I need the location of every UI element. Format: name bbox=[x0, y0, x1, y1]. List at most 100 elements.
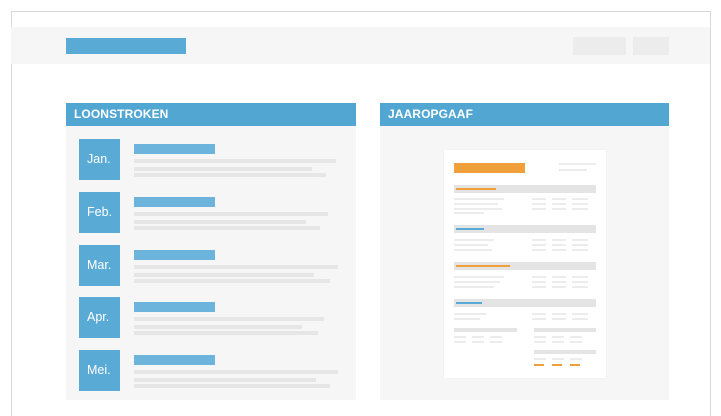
row-text-placeholder bbox=[134, 167, 312, 171]
doc-line bbox=[552, 249, 566, 251]
doc-line bbox=[532, 286, 546, 288]
doc-line bbox=[572, 203, 588, 205]
doc-line bbox=[570, 336, 582, 338]
doc-line bbox=[532, 244, 546, 246]
month-badge[interactable]: Jan. bbox=[79, 139, 120, 180]
doc-line bbox=[552, 276, 566, 278]
list-item[interactable]: Mar. bbox=[79, 245, 341, 287]
list-item[interactable]: Apr. bbox=[79, 297, 341, 339]
doc-footer-bar bbox=[534, 328, 596, 332]
row-text-placeholder bbox=[134, 220, 306, 224]
doc-line bbox=[570, 358, 582, 360]
row-title-placeholder bbox=[134, 355, 215, 365]
doc-line bbox=[454, 208, 502, 210]
doc-line bbox=[532, 203, 546, 205]
doc-line bbox=[552, 336, 564, 338]
doc-line bbox=[552, 203, 566, 205]
doc-line bbox=[572, 239, 588, 241]
doc-line bbox=[570, 341, 582, 343]
list-item[interactable]: Feb. bbox=[79, 192, 341, 234]
list-item[interactable]: Jan. bbox=[79, 139, 341, 181]
row-text-placeholder bbox=[134, 173, 326, 177]
doc-line bbox=[552, 208, 566, 210]
doc-line bbox=[552, 313, 566, 315]
doc-section-marker bbox=[456, 265, 510, 267]
doc-section-marker bbox=[456, 228, 484, 230]
doc-line bbox=[454, 313, 486, 315]
doc-line bbox=[559, 169, 587, 171]
month-badge[interactable]: Feb. bbox=[79, 192, 120, 233]
panel-title: LOONSTROKEN bbox=[66, 103, 356, 126]
month-badge[interactable]: Mei. bbox=[79, 350, 120, 391]
jaaropgaaf-panel: JAAROPGAAF bbox=[380, 103, 669, 400]
month-badge[interactable]: Apr. bbox=[79, 297, 120, 338]
doc-line bbox=[572, 198, 588, 200]
row-title-placeholder bbox=[134, 302, 215, 312]
doc-line bbox=[532, 198, 546, 200]
panel-title: JAAROPGAAF bbox=[380, 103, 669, 126]
doc-line bbox=[454, 341, 466, 343]
doc-section-marker bbox=[456, 302, 482, 304]
doc-footer-bar bbox=[454, 328, 517, 332]
doc-line bbox=[472, 341, 484, 343]
doc-line bbox=[454, 318, 480, 320]
doc-line bbox=[454, 249, 492, 251]
row-title-placeholder bbox=[134, 144, 215, 154]
doc-total-marker bbox=[552, 364, 562, 366]
doc-line bbox=[552, 198, 566, 200]
doc-line bbox=[552, 239, 566, 241]
doc-section-marker bbox=[456, 188, 496, 190]
doc-line bbox=[534, 358, 546, 360]
doc-line bbox=[454, 239, 494, 241]
row-text-placeholder bbox=[134, 279, 330, 283]
doc-line bbox=[559, 163, 596, 165]
doc-line bbox=[532, 313, 546, 315]
doc-line bbox=[552, 358, 564, 360]
logo-placeholder[interactable] bbox=[66, 38, 186, 54]
doc-line bbox=[572, 208, 588, 210]
doc-line bbox=[572, 276, 588, 278]
doc-line bbox=[552, 341, 564, 343]
doc-line bbox=[552, 318, 566, 320]
doc-line bbox=[552, 281, 566, 283]
row-text-placeholder bbox=[134, 273, 314, 277]
doc-line bbox=[552, 286, 566, 288]
row-text-placeholder bbox=[134, 265, 338, 269]
row-text-placeholder bbox=[134, 331, 318, 335]
header-button-placeholder[interactable] bbox=[573, 37, 626, 55]
doc-line bbox=[454, 336, 466, 338]
doc-total-marker bbox=[570, 364, 580, 366]
doc-line bbox=[532, 318, 546, 320]
doc-line bbox=[532, 208, 546, 210]
row-text-placeholder bbox=[134, 159, 336, 163]
row-title-placeholder bbox=[134, 197, 215, 207]
doc-total-marker bbox=[534, 364, 544, 366]
top-bar bbox=[11, 27, 710, 64]
row-text-placeholder bbox=[134, 378, 316, 382]
doc-line bbox=[454, 203, 498, 205]
doc-line bbox=[572, 313, 588, 315]
doc-line bbox=[454, 244, 488, 246]
doc-line bbox=[454, 276, 504, 278]
doc-line bbox=[572, 318, 588, 320]
row-title-placeholder bbox=[134, 250, 215, 260]
header-button-placeholder[interactable] bbox=[633, 37, 669, 55]
row-text-placeholder bbox=[134, 226, 320, 230]
doc-footer-bar bbox=[534, 350, 596, 354]
doc-line bbox=[532, 281, 546, 283]
list-item[interactable]: Mei. bbox=[79, 350, 341, 392]
month-badge[interactable]: Mar. bbox=[79, 245, 120, 286]
doc-line bbox=[490, 336, 502, 338]
row-text-placeholder bbox=[134, 325, 302, 329]
doc-line bbox=[454, 198, 504, 200]
row-text-placeholder bbox=[134, 317, 324, 321]
doc-line bbox=[572, 249, 588, 251]
doc-line bbox=[472, 336, 484, 338]
loonstroken-panel: LOONSTROKEN Jan. Feb. Mar. Apr. Mei. bbox=[66, 103, 356, 400]
row-text-placeholder bbox=[134, 370, 338, 374]
doc-line bbox=[532, 249, 546, 251]
doc-line bbox=[572, 286, 588, 288]
doc-line bbox=[572, 244, 588, 246]
doc-line bbox=[454, 212, 484, 214]
annual-statement-document-icon[interactable] bbox=[444, 150, 606, 378]
